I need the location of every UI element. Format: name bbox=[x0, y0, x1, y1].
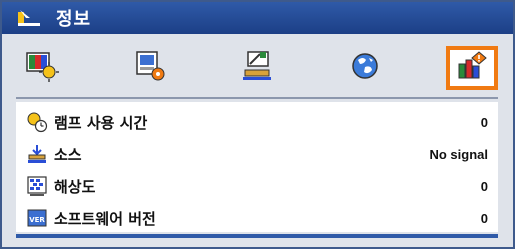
osd-menu: 정보 램프 사용 시간 0 소스 No signal 해상도 0 VER 소프트… bbox=[0, 0, 515, 249]
resolution-icon bbox=[26, 175, 48, 197]
software-version-value: 0 bbox=[480, 210, 488, 226]
footer-bar bbox=[16, 234, 498, 238]
resolution-label: 해상도 bbox=[54, 177, 96, 196]
source-icon bbox=[26, 143, 48, 165]
info-row-software-version: VER 소프트웨어 버전 0 bbox=[16, 204, 498, 232]
tab-language[interactable] bbox=[339, 46, 391, 90]
tab-information[interactable] bbox=[446, 46, 498, 90]
resolution-value: 0 bbox=[480, 178, 488, 194]
image-settings-icon bbox=[25, 50, 59, 86]
lamp-hours-value: 0 bbox=[480, 114, 488, 130]
software-version-icon: VER bbox=[26, 207, 48, 229]
tab-image-settings[interactable] bbox=[16, 46, 68, 90]
info-panel: 램프 사용 시간 0 소스 No signal 해상도 0 VER 소프트웨어 … bbox=[16, 102, 498, 232]
info-row-resolution: 해상도 0 bbox=[16, 172, 498, 200]
menu-icon bbox=[16, 8, 42, 28]
tab-display-settings[interactable] bbox=[124, 46, 176, 90]
lamp-hours-label: 램프 사용 시간 bbox=[54, 113, 148, 132]
info-row-lamp-hours: 램프 사용 시간 0 bbox=[16, 108, 498, 136]
source-value: No signal bbox=[429, 146, 488, 162]
source-label: 소스 bbox=[54, 145, 82, 164]
information-icon bbox=[455, 50, 489, 86]
svg-text:VER: VER bbox=[29, 216, 45, 224]
setup-icon bbox=[240, 50, 274, 86]
display-settings-icon bbox=[133, 50, 167, 86]
menu-tabs bbox=[16, 44, 498, 92]
page-title: 정보 bbox=[56, 9, 92, 30]
title-bar: 정보 bbox=[2, 2, 513, 34]
info-row-source: 소스 No signal bbox=[16, 140, 498, 168]
software-version-label: 소프트웨어 버전 bbox=[54, 209, 156, 228]
tab-setup[interactable] bbox=[231, 46, 283, 90]
tab-divider bbox=[16, 97, 498, 99]
language-globe-icon bbox=[348, 50, 382, 86]
lamp-hours-icon bbox=[26, 111, 48, 133]
